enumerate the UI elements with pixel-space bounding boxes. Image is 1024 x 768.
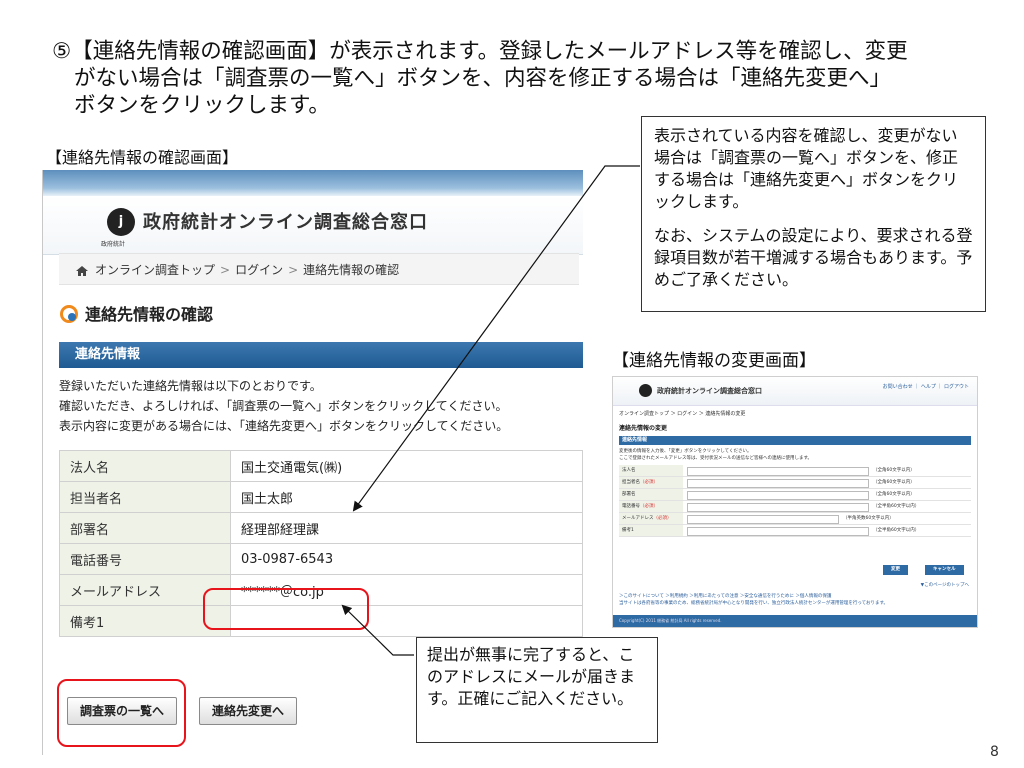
mini-change-button[interactable]: 変更 [883,565,908,575]
mini-section-header: 連絡先情報 [619,436,971,445]
mini-page-top-link[interactable]: ▼このページのトップへ [921,582,969,588]
email-notice-callout: 提出が無事に完了すると、このアドレスにメールが届きます。正確にご記入ください。 [416,637,658,743]
mini-field-label: 備考1 [619,525,683,536]
mini-form-row: メールアドレス（必須） （半角英数60文字以内） [619,513,971,525]
mini-form-row: 部署名 （全角60文字以内） [619,489,971,501]
mini-footer-links[interactable]: ＞このサイトについて ＞利用規約 ＞利用にあたっての注意 ＞安全な通信を行うため… [619,593,888,600]
mini-field-note: （全角60文字以内） [873,480,915,485]
change-screen-caption: 【連絡先情報の変更画面】 [612,351,816,371]
mini-logo-icon [639,384,652,397]
mini-copyright: Copyright(C) 2011 総務省 統計局 All rights res… [613,615,977,627]
page-number: 8 [990,744,999,760]
mini-footer: ＞このサイトについて ＞利用規約 ＞利用にあたっての注意 ＞安全な通信を行うため… [619,593,888,607]
mini-text-input[interactable] [687,527,869,536]
mini-field-label: メールアドレス（必須） [619,513,683,524]
mini-field-label: 電話番号（必須） [619,501,683,512]
arrow-to-email [341,604,414,656]
change-screen-screenshot: 政府統計オンライン調査総合窓口 お問い合わせ ｜ ヘルプ ｜ ログアウト オンラ… [612,376,978,628]
mini-field-label: 担当者名（必須） [619,477,683,488]
mini-field-note: （全半角60文字以内） [873,528,920,533]
mini-breadcrumb: オンライン調査トップ ＞ ログイン ＞ 連絡先情報の変更 [619,411,746,417]
mini-description-line: ここで登録されたメールアドレス等は、受付状況メールの送信など皆様への連絡に使用し… [619,456,813,461]
callout-paragraph: 表示されている内容を確認し、変更がない場合は「調査票の一覧へ」ボタンを、修正する… [654,126,959,211]
mini-form: 法人名 （全角60文字以内） 担当者名（必須） （全角60文字以内） 部署名 （全角6… [619,465,971,537]
mini-text-input[interactable] [687,479,869,488]
mini-field-note: （全角60文字以内） [873,492,915,497]
mini-field-note: （全半角60文字以内） [873,504,920,509]
mini-field-note: （全角60文字以内） [873,468,915,473]
mini-form-row: 担当者名（必須） （全角60文字以内） [619,477,971,489]
mini-form-row: 法人名 （全角60文字以内） [619,465,971,477]
mini-header: 政府統計オンライン調査総合窓口 お問い合わせ ｜ ヘルプ ｜ ログアウト [613,377,977,406]
mini-footer-text: 当サイトは各府省等の事業のため、総務省統計局が中心となり開発を行い、独立行政法人… [619,601,889,606]
mini-field-note: （半角英数60文字以内） [843,516,894,521]
mini-field-label: 部署名 [619,489,683,500]
mini-form-row: 備考1 （全半角60文字以内） [619,525,971,537]
mini-site-title: 政府統計オンライン調査総合窓口 [657,387,762,395]
mini-field-label: 法人名 [619,465,683,476]
arrow-to-table [352,165,640,512]
mini-form-row: 電話番号（必須） （全半角60文字以内） [619,501,971,513]
mini-email-input[interactable] [687,515,839,524]
mini-text-input[interactable] [687,503,869,512]
instruction-callout: 表示されている内容を確認し、変更がない場合は「調査票の一覧へ」ボタンを、修正する… [641,116,986,312]
mini-description: 変更後の情報を入力後、「変更」ボタンをクリックしてください。 ここで登録されたメ… [619,448,812,462]
mini-cancel-button[interactable]: キャンセル [925,565,964,575]
mini-text-input[interactable] [687,491,869,500]
mini-text-input[interactable] [687,467,869,476]
mini-page-title: 連絡先情報の変更 [619,425,668,432]
callout-note: なお、システムの設定により、要求される登録項目数が若干増減する場合もあります。予… [654,226,973,289]
mini-header-links[interactable]: お問い合わせ ｜ ヘルプ ｜ ログアウト [883,383,969,390]
mini-description-line: 変更後の情報を入力後、「変更」ボタンをクリックしてください。 [619,449,752,454]
